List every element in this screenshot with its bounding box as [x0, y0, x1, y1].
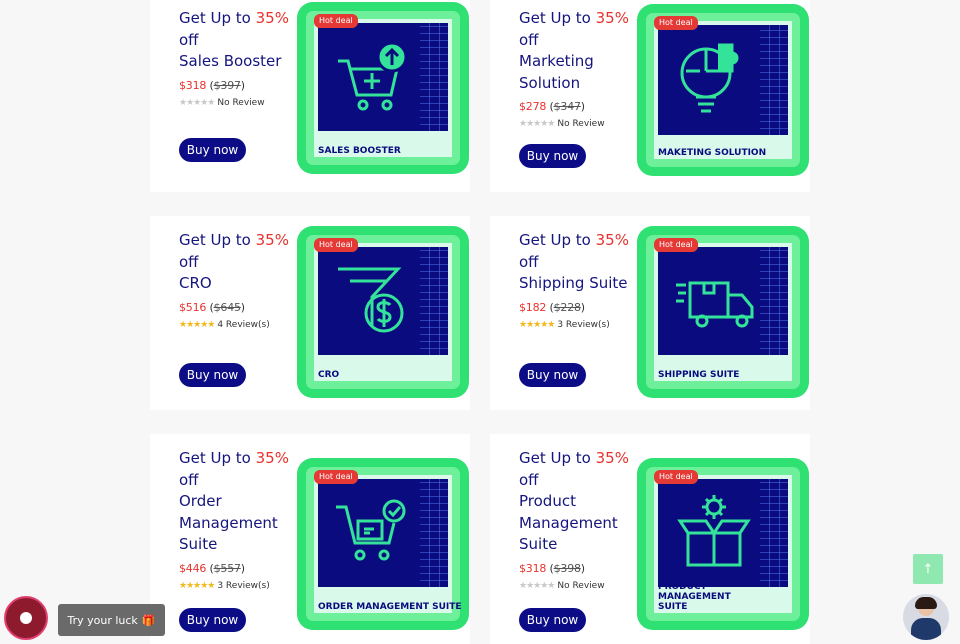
cart-checkmark-icon — [336, 499, 406, 561]
product-card: Get Up to 35% off Order Management Suite $… — [150, 434, 470, 644]
product-thumbnail[interactable]: Hot deal CRO — [297, 226, 469, 398]
hot-deal-badge: Hot deal — [314, 470, 358, 484]
buy-now-button[interactable]: Buy now — [179, 608, 246, 632]
product-rating: ★★★★★ No Review — [179, 97, 265, 108]
thumbnail-label: MAKETING SOLUTION — [658, 148, 767, 158]
thumbnail-label: PRODUCT MANAGEMENT SUITE — [658, 582, 731, 612]
product-price: $446 ($557) — [179, 561, 245, 575]
thumbnail-label: ORDER MANAGEMENT SUITE — [318, 602, 462, 612]
rating-stars-icon: ★★★★★ — [179, 97, 215, 108]
product-headline[interactable]: Get Up to 35% off Product Management Suite — [519, 448, 631, 556]
support-agent-avatar[interactable] — [903, 594, 949, 640]
thumbnail-label: SALES BOOSTER — [318, 146, 401, 156]
product-thumbnail[interactable]: Hot deal ORDER MANAGEMENT SUITE — [297, 458, 469, 630]
arrow-up-icon: ↑ — [922, 561, 934, 577]
product-rating: ★★★★★ 3 Review(s) — [179, 580, 270, 591]
rating-stars-icon: ★★★★★ — [179, 319, 215, 330]
product-rating: ★★★★★ No Review — [519, 580, 605, 591]
product-rating: ★★★★★ No Review — [519, 119, 605, 129]
product-headline[interactable]: Get Up to 35% off Order Management Suite — [179, 448, 291, 556]
buy-now-button[interactable]: Buy now — [179, 363, 246, 387]
thumbnail-label: CRO — [318, 370, 340, 380]
spin-wheel-icon[interactable] — [4, 596, 48, 640]
gift-icon: 🎁 — [141, 613, 156, 627]
try-your-luck-label: Try your luck — [67, 613, 138, 627]
product-headline[interactable]: Get Up to 35% off CRO — [179, 230, 291, 295]
hot-deal-badge: Hot deal — [314, 14, 358, 28]
buy-now-button[interactable]: Buy now — [519, 363, 586, 387]
product-card: Get Up to 35% off Sales Booster $318 ($397… — [150, 0, 470, 192]
product-price: $182 ($228) — [519, 300, 585, 314]
product-card: Get Up to 35% off Marketing Solution $278 … — [490, 0, 810, 192]
product-rating: ★★★★★ 4 Review(s) — [179, 319, 270, 330]
rating-stars-icon: ★★★★★ — [519, 580, 555, 591]
hot-deal-badge: Hot deal — [654, 16, 698, 30]
rating-stars-icon: ★★★★★ — [179, 580, 215, 591]
lightbulb-puzzle-icon — [680, 43, 739, 113]
buy-now-button[interactable]: Buy now — [519, 144, 586, 168]
product-thumbnail[interactable]: Hot deal SHIPPING SUITE — [637, 226, 809, 398]
box-gear-icon — [677, 495, 751, 567]
rating-stars-icon: ★★★★★ — [519, 119, 555, 129]
product-card: Get Up to 35% off CRO $516 ($645) ★★★★★ 4 R… — [150, 216, 470, 410]
buy-now-button[interactable]: Buy now — [179, 138, 246, 162]
delivery-truck-icon — [676, 281, 754, 328]
product-card: Get Up to 35% off Product Management Suite… — [490, 434, 810, 644]
funnel-dollar-icon — [338, 267, 404, 333]
product-headline[interactable]: Get Up to 35% off Shipping Suite — [519, 230, 631, 295]
product-headline[interactable]: Get Up to 35% off Sales Booster — [179, 8, 291, 73]
rating-stars-icon: ★★★★★ — [519, 319, 555, 330]
product-price: $516 ($645) — [179, 300, 245, 314]
hot-deal-badge: Hot deal — [654, 238, 698, 252]
scroll-to-top-button[interactable]: ↑ — [913, 554, 943, 584]
product-thumbnail[interactable]: Hot deal SALES BOOSTER — [297, 2, 469, 174]
product-card: Get Up to 35% off Shipping Suite $182 ($22… — [490, 216, 810, 410]
product-rating: ★★★★★ 3 Review(s) — [519, 319, 610, 330]
product-thumbnail[interactable]: Hot deal PRODUCT MANAGEMENT SUITE — [637, 458, 809, 630]
hot-deal-badge: Hot deal — [314, 238, 358, 252]
product-thumbnail[interactable]: Hot deal MAKETING SOLUTION — [637, 4, 809, 176]
hot-deal-badge: Hot deal — [654, 470, 698, 484]
product-price: $278 ($347) — [519, 100, 585, 113]
product-headline[interactable]: Get Up to 35% off Marketing Solution — [519, 8, 631, 94]
buy-now-button[interactable]: Buy now — [519, 608, 586, 632]
thumbnail-label: SHIPPING SUITE — [658, 370, 740, 380]
try-your-luck-button[interactable]: Try your luck 🎁 — [58, 604, 165, 636]
cart-upload-icon — [338, 41, 408, 111]
product-price: $318 ($398) — [519, 561, 585, 575]
product-price: $318 ($397) — [179, 78, 245, 92]
